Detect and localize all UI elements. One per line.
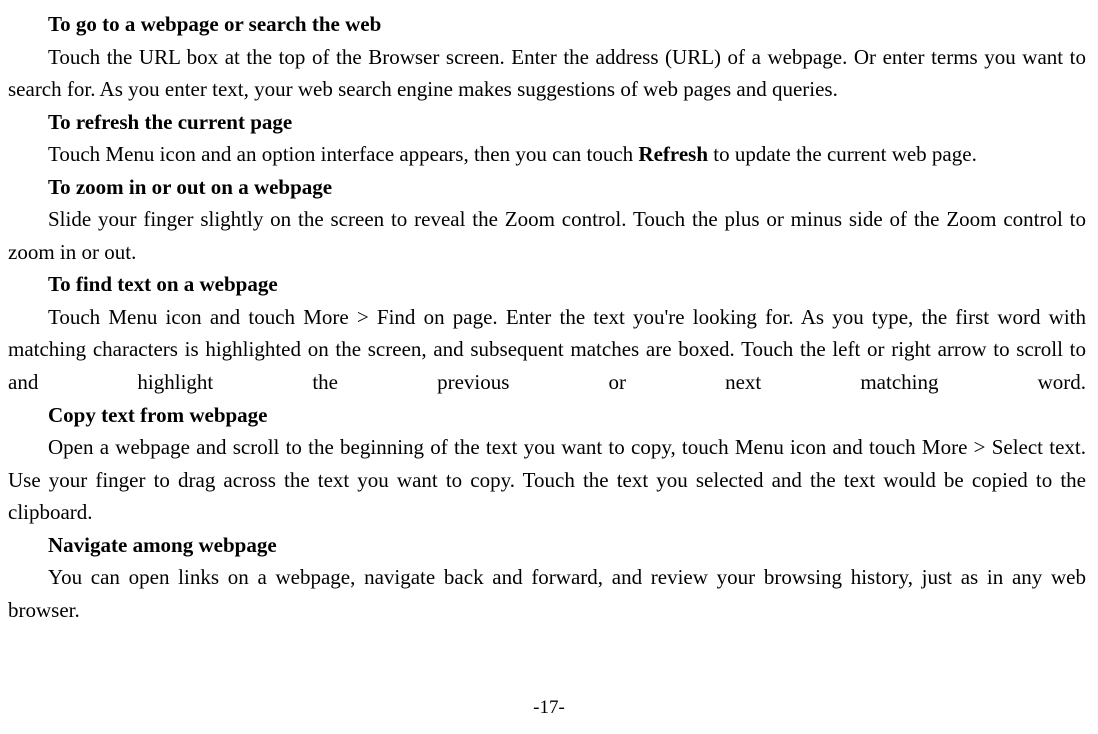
body-refresh-post: to update the current web page. bbox=[708, 142, 977, 166]
body-go-to-webpage: Touch the URL box at the top of the Brow… bbox=[8, 41, 1086, 106]
document-body: To go to a webpage or search the web Tou… bbox=[8, 8, 1086, 626]
heading-go-to-webpage: To go to a webpage or search the web bbox=[8, 8, 1086, 41]
heading-refresh: To refresh the current page bbox=[8, 106, 1086, 139]
heading-navigate: Navigate among webpage bbox=[8, 529, 1086, 562]
heading-find-text: To find text on a webpage bbox=[8, 268, 1086, 301]
page-number: -17- bbox=[0, 693, 1098, 722]
heading-copy-text: Copy text from webpage bbox=[8, 399, 1086, 432]
heading-zoom: To zoom in or out on a webpage bbox=[8, 171, 1086, 204]
body-copy-text: Open a webpage and scroll to the beginni… bbox=[8, 431, 1086, 529]
body-zoom: Slide your finger slightly on the screen… bbox=[8, 203, 1086, 268]
body-refresh: Touch Menu icon and an option interface … bbox=[8, 138, 1086, 171]
body-navigate: You can open links on a webpage, navigat… bbox=[8, 561, 1086, 626]
body-find-text: Touch Menu icon and touch More > Find on… bbox=[8, 301, 1086, 399]
refresh-bold: Refresh bbox=[638, 142, 708, 166]
body-refresh-pre: Touch Menu icon and an option interface … bbox=[48, 142, 638, 166]
